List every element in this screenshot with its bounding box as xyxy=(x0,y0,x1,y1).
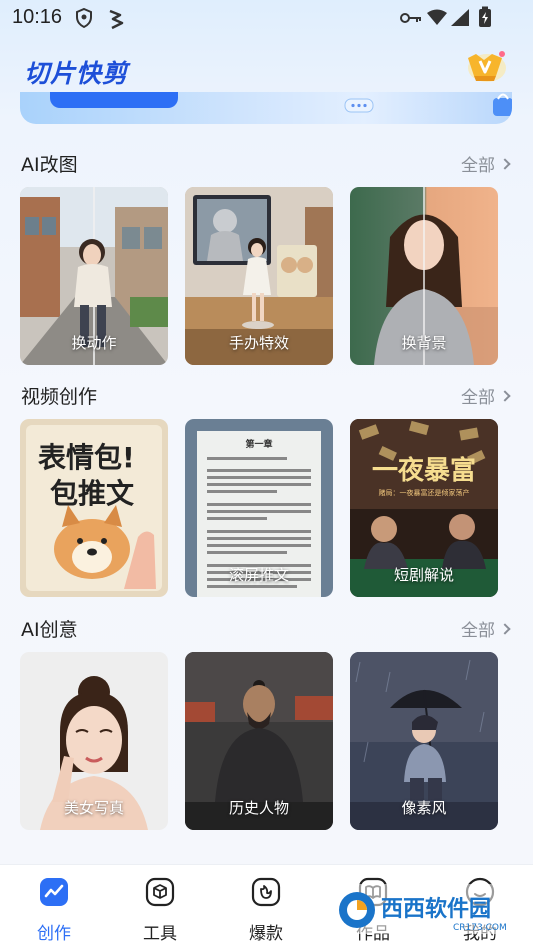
key-icon xyxy=(400,13,421,23)
card-label: 换动作 xyxy=(71,334,117,352)
svg-text:第一章: 第一章 xyxy=(245,438,272,450)
card-label: 短剧解说 xyxy=(393,566,454,584)
svg-text:一夜暴富: 一夜暴富 xyxy=(372,455,476,486)
svg-text:表情包!: 表情包! xyxy=(38,441,135,474)
section-title-ai-edit: AI改图 xyxy=(21,154,78,176)
more-label: 全部 xyxy=(461,388,495,408)
status-bar: 10:16 xyxy=(0,0,533,36)
card-label: 手办特效 xyxy=(228,334,289,352)
card-label: 历史人物 xyxy=(228,799,289,817)
meme-dog-image: 表情包! 包推文 xyxy=(20,419,168,597)
nav-label: 工具 xyxy=(143,924,177,944)
card-label: 像素风 xyxy=(401,799,447,817)
nav-trending[interactable]: 爆款 xyxy=(226,877,306,944)
card-label: 美女写真 xyxy=(63,799,124,817)
promo-banner[interactable] xyxy=(20,92,512,124)
more-label: 全部 xyxy=(461,621,495,641)
section-title-video: 视频创作 xyxy=(21,386,98,408)
nav-tools[interactable]: 工具 xyxy=(120,877,200,944)
card-meme-text[interactable]: 表情包! 包推文 xyxy=(20,419,168,597)
chevron-right-icon xyxy=(499,622,511,635)
card-label: 换背景 xyxy=(401,334,447,352)
card-change-pose[interactable]: 换动作 xyxy=(20,187,168,365)
chat-icon xyxy=(344,98,374,113)
nav-label: 爆款 xyxy=(249,924,283,944)
card-change-background[interactable]: 换背景 xyxy=(350,187,498,365)
status-time: 10:16 xyxy=(12,6,63,28)
battery-charging-icon xyxy=(479,6,491,27)
section-title-ai-creative: AI创意 xyxy=(21,619,78,641)
lightning-icon xyxy=(109,9,124,30)
wifi-icon xyxy=(427,9,447,25)
svg-text:CR173.COM: CR173.COM xyxy=(453,923,507,933)
more-label: 全部 xyxy=(461,156,495,176)
svg-text:赌局：一夜暴富还是倾家荡产: 赌局：一夜暴富还是倾家荡产 xyxy=(379,488,470,497)
nav-create[interactable]: 创作 xyxy=(14,877,94,944)
card-drama-commentary[interactable]: 一夜暴富 赌局：一夜暴富还是倾家荡产 短剧解说 xyxy=(350,419,498,597)
card-scroll-text[interactable]: 第一章 滚屏推文 xyxy=(185,419,333,597)
card-portrait[interactable]: 美女写真 xyxy=(20,652,168,830)
card-figure-effect[interactable]: 手办特效 xyxy=(185,187,333,365)
shopping-bag-icon xyxy=(493,93,512,116)
svg-text:包推文: 包推文 xyxy=(50,477,134,510)
card-historical-figure[interactable]: 历史人物 xyxy=(185,652,333,830)
svg-text:西西软件园: 西西软件园 xyxy=(381,896,491,922)
section-more-ai-creative[interactable]: 全部 xyxy=(461,616,511,641)
banner-button[interactable] xyxy=(50,92,178,108)
app-title: 切片快剪 xyxy=(24,59,129,88)
cube-icon xyxy=(145,877,175,907)
card-pixel-style[interactable]: 像素风 xyxy=(350,652,498,830)
chevron-right-icon xyxy=(499,157,511,170)
signal-icon xyxy=(451,9,469,26)
card-label: 滚屏推文 xyxy=(228,566,289,584)
watermark-logo: 西西软件园 CR173.COM xyxy=(333,884,513,934)
chevron-right-icon xyxy=(499,389,511,402)
section-more-ai-edit[interactable]: 全部 xyxy=(461,151,511,176)
vip-crown-icon[interactable] xyxy=(462,48,508,86)
trend-icon xyxy=(40,878,68,906)
shield-icon xyxy=(76,8,92,28)
fire-icon xyxy=(251,877,281,907)
section-more-video[interactable]: 全部 xyxy=(461,383,511,408)
nav-label: 创作 xyxy=(37,924,71,944)
